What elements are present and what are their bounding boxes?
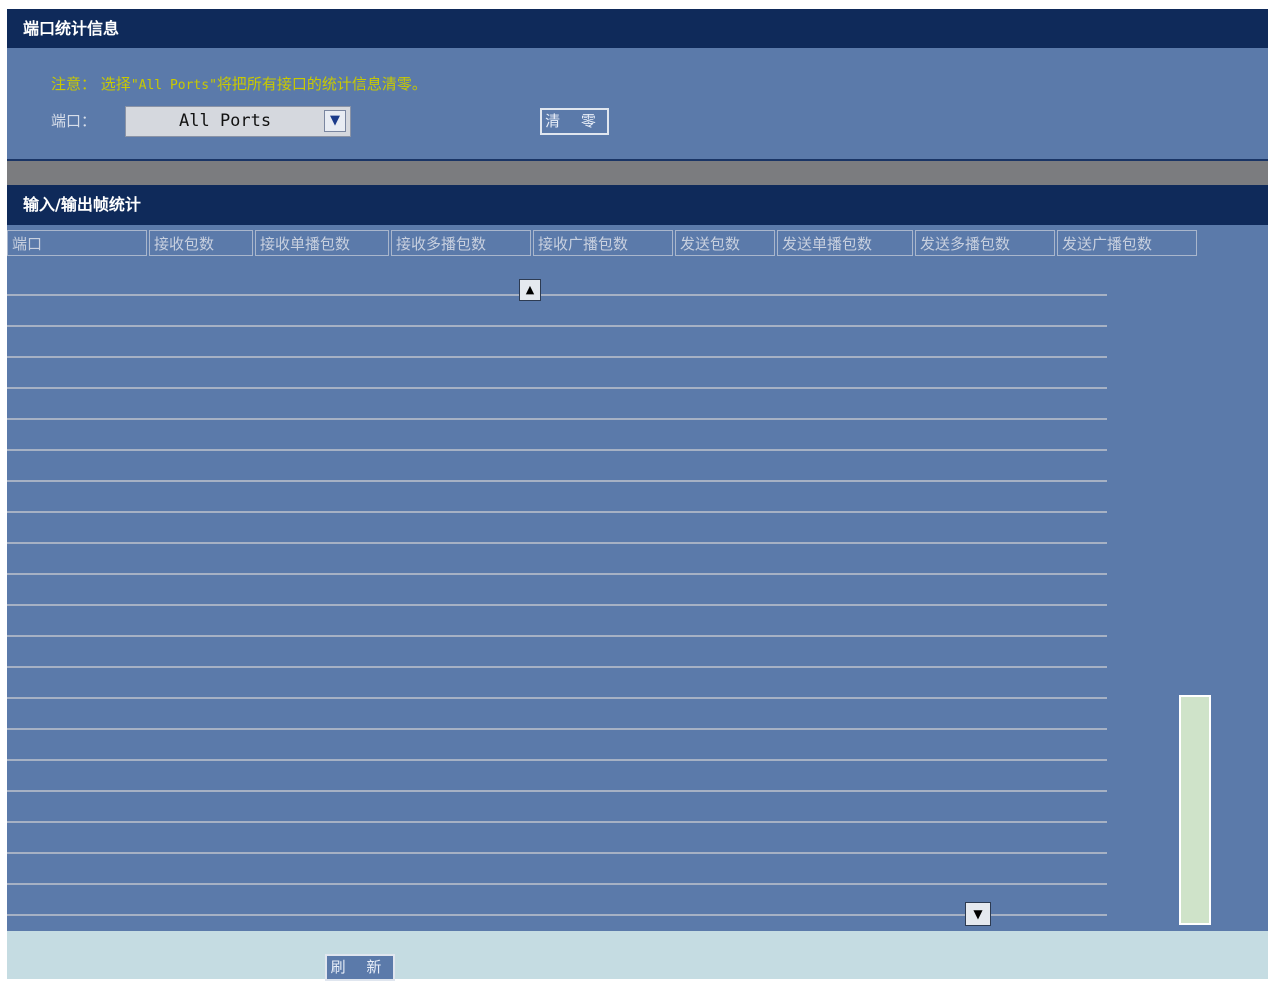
scroll-up-arrow-icon[interactable]: ▲: [519, 279, 541, 301]
clear-button[interactable]: 清 零: [540, 108, 609, 135]
notice-prefix: 注意：: [51, 75, 97, 93]
port-stats-title: 端口统计信息: [7, 9, 1268, 48]
table-row: [7, 327, 1107, 358]
table-row: [7, 513, 1107, 544]
footer: 刷 新: [7, 931, 1268, 981]
io-stats-panel: 端口 接收包数 接收单播包数 接收多播包数 接收广播包数 发送包数 发送单播包数 发送多播包数…: [7, 225, 1268, 931]
table-row: [7, 389, 1107, 420]
column-header: 发送广播包数: [1057, 230, 1197, 256]
column-header: 接收包数: [149, 230, 253, 256]
table-row: [7, 823, 1107, 854]
table-row: [7, 420, 1107, 451]
table-row: [7, 358, 1107, 389]
table-header: 端口 接收包数 接收单播包数 接收多播包数 接收广播包数 发送包数 发送单播包数 发送多播包数…: [7, 230, 1268, 260]
column-header: 接收多播包数: [391, 230, 531, 256]
column-header: 接收单播包数: [255, 230, 389, 256]
io-stats-title: 输入/输出帧统计: [7, 185, 1268, 225]
vertical-scrollbar-thumb[interactable]: [1179, 695, 1211, 925]
separator-bar: [7, 161, 1268, 185]
table-row: [7, 637, 1107, 668]
port-select-value: All Ports: [179, 111, 272, 131]
table-row: [7, 668, 1107, 699]
notice-text-body: 选择: [100, 75, 131, 93]
table-row: [7, 606, 1107, 637]
column-header: 端口: [7, 230, 147, 256]
table-row: [7, 265, 1107, 296]
notice-suffix: 将把所有接口的统计信息清零。: [216, 75, 427, 93]
table-row: [7, 854, 1107, 885]
column-header: 接收广播包数: [533, 230, 673, 256]
table-row: [7, 761, 1107, 792]
table-row: [7, 699, 1107, 730]
chevron-down-icon[interactable]: ▼: [324, 110, 346, 132]
notice-quoted: "All Ports": [130, 78, 217, 93]
table-body: [7, 265, 1107, 925]
refresh-button[interactable]: 刷 新: [325, 954, 395, 981]
table-row: [7, 792, 1107, 823]
column-header: 发送单播包数: [777, 230, 913, 256]
table-row: [7, 482, 1107, 513]
scroll-down-arrow-icon[interactable]: ▼: [965, 902, 991, 926]
port-select[interactable]: All Ports ▼: [125, 106, 351, 137]
column-header: 发送包数: [675, 230, 775, 256]
table-row: [7, 544, 1107, 575]
table-row: [7, 451, 1107, 482]
notice-text: 注意： 选择"All Ports"将把所有接口的统计信息清零。: [51, 73, 427, 94]
port-label: 端口：: [51, 112, 97, 130]
table-row: [7, 885, 1107, 916]
table-row: [7, 296, 1107, 327]
table-row: [7, 575, 1107, 606]
table-row: [7, 730, 1107, 761]
column-header: 发送多播包数: [915, 230, 1055, 256]
port-stats-panel: 注意： 选择"All Ports"将把所有接口的统计信息清零。 端口： All …: [7, 48, 1268, 161]
